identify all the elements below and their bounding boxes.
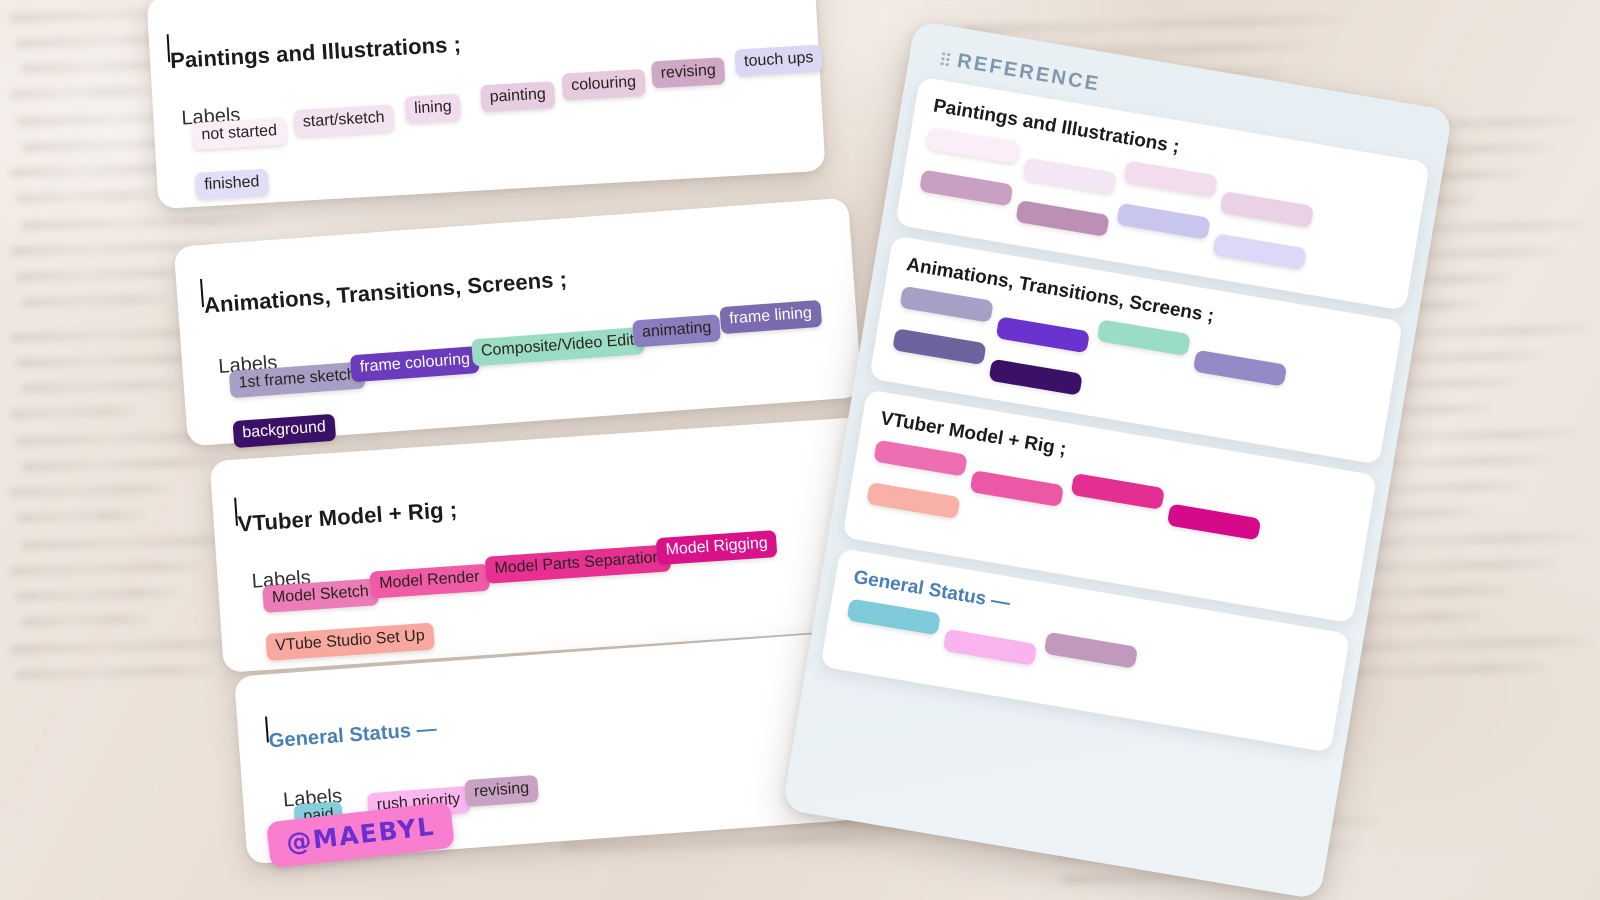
reference-color-bar (1116, 202, 1211, 240)
reference-color-bar (866, 482, 961, 520)
reference-color-bar (1096, 319, 1191, 357)
reference-color-bar (1022, 157, 1117, 195)
label-tag[interactable]: frame lining (719, 299, 822, 335)
reference-color-bar (1212, 233, 1307, 271)
reference-card-list: Paintings and Illustrations ; Animations,… (820, 76, 1430, 753)
reference-color-bar (988, 358, 1083, 396)
label-tag[interactable]: Model Parts Separation (484, 544, 672, 585)
reference-color-bar (926, 127, 1021, 165)
label-tag[interactable]: VTube Studio Set Up (265, 622, 435, 662)
reference-color-bar (892, 328, 987, 366)
label-tag[interactable]: Composite/Video Edit (471, 326, 645, 367)
label-tag[interactable]: lining (404, 93, 462, 125)
reference-color-bar (942, 628, 1038, 666)
label-tag[interactable]: Model Rigging (655, 530, 778, 566)
label-tag[interactable]: animating (632, 314, 722, 348)
reference-color-bar (1015, 199, 1110, 237)
label-tag[interactable]: revising (464, 774, 540, 808)
reference-color-bar (1043, 631, 1139, 669)
label-tag[interactable]: frame colouring (349, 345, 480, 383)
reference-color-bar (969, 470, 1065, 508)
reference-color-bar (1166, 503, 1262, 541)
reference-color-bar (919, 169, 1014, 207)
label-tag[interactable]: revising (650, 57, 726, 89)
card-title: Animations, Transitions, Screens ; (203, 266, 568, 318)
card-title: Paintings and Illustrations ; (169, 31, 462, 74)
label-tag[interactable]: Model Render (369, 563, 490, 600)
label-tag[interactable]: colouring (561, 68, 646, 101)
label-tag[interactable]: touch ups (734, 44, 824, 77)
card-title: General Status — (268, 718, 438, 753)
label-tag[interactable]: painting (480, 81, 556, 113)
reference-color-bar (1192, 349, 1288, 387)
label-tag[interactable]: not started (191, 117, 287, 151)
reference-color-bar (873, 439, 968, 477)
card-title: VTuber Model + Rig ; (237, 496, 459, 537)
drag-dots-icon[interactable] (940, 52, 951, 67)
reference-color-bar (995, 316, 1091, 354)
watermark-text: @MAEBYL (284, 811, 437, 858)
reference-color-bar (1123, 160, 1218, 198)
label-tag[interactable]: start/sketch (293, 104, 395, 138)
reference-color-bar (846, 598, 941, 636)
reference-color-bar (1219, 190, 1315, 228)
label-tag[interactable]: finished (194, 168, 270, 201)
reference-color-bar (1070, 472, 1165, 511)
reference-color-bar (899, 285, 994, 323)
